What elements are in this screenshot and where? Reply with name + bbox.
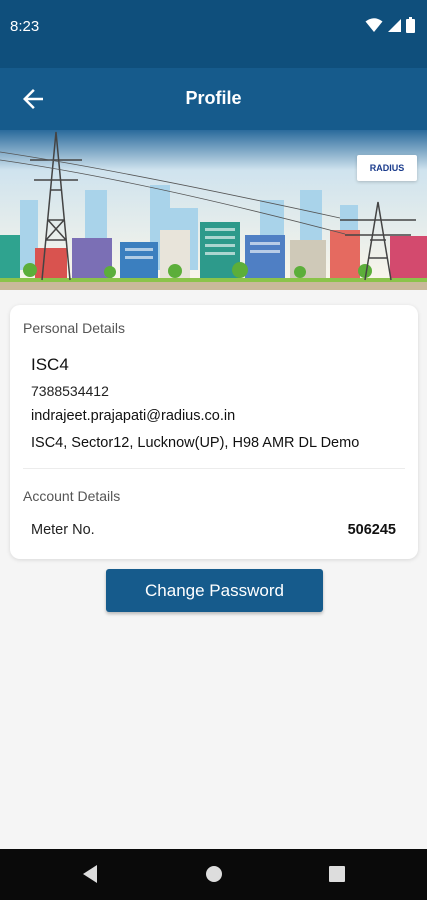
city-skyline-banner: RADIUS (0, 130, 427, 290)
user-email: indrajeet.prajapati@radius.co.in (31, 408, 236, 424)
status-time: 8:23 (10, 18, 40, 35)
battery-icon (406, 17, 415, 33)
account-details-heading: Account Details (23, 488, 121, 504)
meter-number-value: 506245 (347, 522, 396, 538)
user-phone: 7388534412 (31, 383, 109, 399)
signal-icon (388, 18, 401, 32)
nav-home-icon[interactable] (204, 863, 224, 885)
system-navigation-bar (0, 849, 427, 900)
status-bar: 8:23 (0, 0, 427, 68)
app-bar: Profile (0, 68, 427, 130)
status-icons (365, 17, 415, 33)
skyline-illustration (0, 130, 427, 290)
page-title: Profile (185, 88, 242, 108)
nav-recents-icon[interactable] (327, 863, 347, 885)
wifi-icon (365, 18, 383, 32)
radius-logo: RADIUS (357, 155, 417, 181)
user-address: ISC4, Sector12, Lucknow(UP), H98 AMR DL … (31, 435, 360, 451)
meter-number-label: Meter No. (31, 522, 95, 538)
personal-details-heading: Personal Details (23, 320, 125, 336)
section-divider (23, 468, 405, 469)
nav-back-icon[interactable] (80, 863, 100, 885)
profile-card: Personal Details ISC4 7388534412 indraje… (10, 305, 418, 559)
user-name: ISC4 (31, 355, 69, 374)
change-password-button[interactable]: Change Password (106, 569, 323, 612)
